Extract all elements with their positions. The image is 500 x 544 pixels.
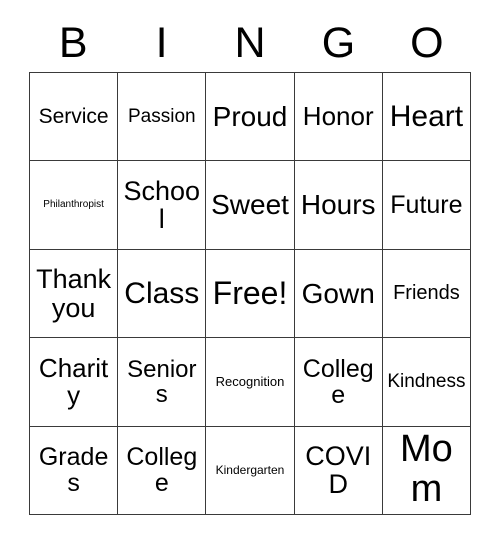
bingo-row: Grades College Kindergarten COVID Mom xyxy=(30,426,472,516)
bingo-cell-label: Future xyxy=(390,190,463,219)
bingo-cell-label: Charity xyxy=(38,352,109,410)
bingo-row: Thank you Class Free! Gown Friends xyxy=(30,249,472,339)
bingo-header-letter-b: B xyxy=(58,18,88,67)
bingo-cell[interactable]: Kindergarten xyxy=(206,426,295,516)
bingo-cell[interactable]: Kindness xyxy=(382,338,472,427)
bingo-cell-label: Service xyxy=(38,104,109,128)
bingo-row: Charity Seniors Recognition College Kind… xyxy=(30,338,472,427)
bingo-card: B I N G O Service Passion Proud Honor He… xyxy=(0,0,500,544)
bingo-cell-label: Recognition xyxy=(215,374,285,390)
bingo-cell[interactable]: Gown xyxy=(294,249,383,339)
bingo-cell-label: Heart xyxy=(389,99,464,133)
bingo-cell[interactable]: Mom xyxy=(382,426,472,516)
bingo-cell-label: Seniors xyxy=(127,355,197,408)
bingo-cell-label: Thank you xyxy=(36,264,112,323)
bingo-cell-label: Passion xyxy=(128,105,196,127)
bingo-cell-label: Sweet xyxy=(211,189,289,221)
bingo-cell-label: Mom xyxy=(400,428,453,511)
bingo-cell[interactable]: Philanthropist xyxy=(30,161,119,250)
bingo-cell-label: College xyxy=(302,354,374,409)
bingo-cell[interactable]: College xyxy=(118,426,207,516)
bingo-cell[interactable]: College xyxy=(294,338,383,427)
bingo-cell-label: Hours xyxy=(300,189,376,221)
bingo-cell[interactable]: Recognition xyxy=(206,338,295,427)
bingo-cell-label: Free! xyxy=(212,274,288,311)
bingo-cell-label: Gown xyxy=(301,277,375,309)
bingo-grid: Service Passion Proud Honor Heart Philan… xyxy=(29,72,472,516)
bingo-cell[interactable]: Seniors xyxy=(118,338,207,427)
bingo-header-letter-n: N xyxy=(234,18,266,67)
bingo-cell-label: School xyxy=(123,175,201,235)
bingo-cell-label: Philanthropist xyxy=(43,198,104,210)
bingo-cell[interactable]: Hours xyxy=(294,161,383,250)
bingo-row: Philanthropist School Sweet Hours Future xyxy=(30,161,472,250)
bingo-cell[interactable]: Grades xyxy=(30,426,119,516)
bingo-cell-label: Friends xyxy=(393,282,460,305)
bingo-cell[interactable]: Sweet xyxy=(206,161,295,250)
bingo-row: Service Passion Proud Honor Heart xyxy=(30,73,472,162)
bingo-cell-label: Proud xyxy=(212,101,288,132)
bingo-header-letter-g: G xyxy=(321,18,356,67)
bingo-header-letter-i: I xyxy=(155,18,168,67)
bingo-cell[interactable]: School xyxy=(118,161,207,250)
bingo-header-letter-o: O xyxy=(410,18,444,67)
bingo-cell-label: Grades xyxy=(38,443,109,498)
bingo-cell[interactable]: COVID xyxy=(294,426,383,516)
bingo-cell[interactable]: Class xyxy=(118,249,207,339)
bingo-cell[interactable]: Charity xyxy=(30,338,119,427)
bingo-cell[interactable]: Future xyxy=(382,161,472,250)
bingo-cell[interactable]: Heart xyxy=(382,73,472,162)
bingo-cell-label: COVID xyxy=(305,440,372,500)
bingo-cell-label: Kindness xyxy=(387,370,466,392)
bingo-header-row: B I N G O xyxy=(29,14,471,72)
bingo-cell[interactable]: Service xyxy=(30,73,119,162)
bingo-cell-label: Honor xyxy=(302,101,374,132)
bingo-cell-label: Class xyxy=(124,276,200,310)
bingo-cell[interactable]: Proud xyxy=(206,73,295,162)
bingo-cell[interactable]: Passion xyxy=(118,73,207,162)
bingo-cell-label: College xyxy=(126,443,198,498)
bingo-cell-free[interactable]: Free! xyxy=(206,249,295,339)
bingo-cell-label: Kindergarten xyxy=(215,463,285,478)
bingo-cell[interactable]: Thank you xyxy=(30,249,119,339)
bingo-cell[interactable]: Friends xyxy=(382,249,472,339)
bingo-cell[interactable]: Honor xyxy=(294,73,383,162)
